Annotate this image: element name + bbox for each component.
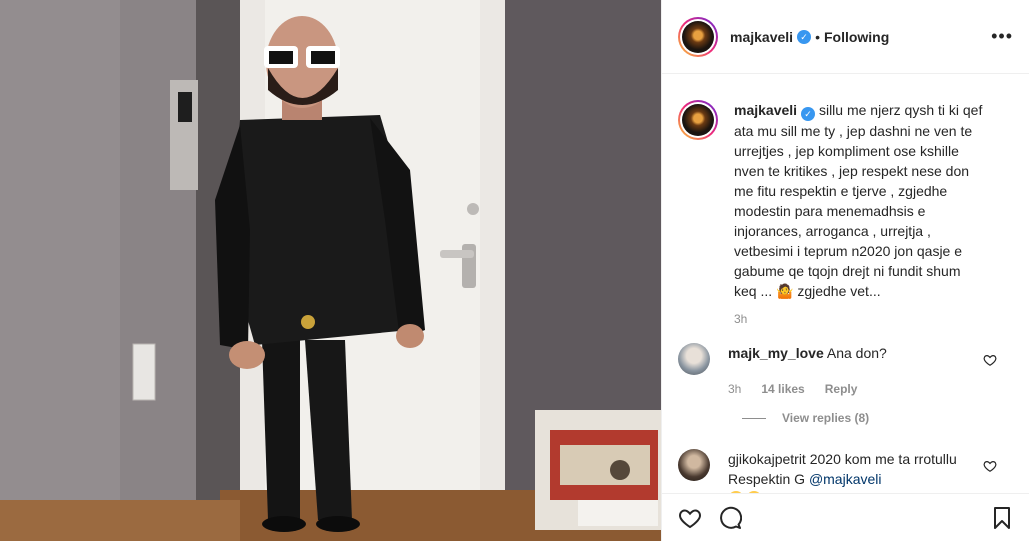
verified-badge-icon: ✓ (801, 107, 816, 121)
comment-text: Ana don? (826, 345, 887, 361)
post-photo (0, 0, 661, 541)
comment-likes[interactable]: 14 likes (761, 379, 804, 399)
more-options-icon[interactable]: ••• (991, 26, 1013, 47)
caption-author-username[interactable]: majkaveli (734, 102, 797, 118)
reply-button[interactable]: Reply (825, 379, 858, 399)
bookmark-icon[interactable] (990, 506, 1014, 530)
commenter-avatar[interactable] (678, 343, 710, 375)
replies-divider (742, 417, 766, 419)
comment-item: gjikokajpetrit 2020 kom me ta rrotullu R… (678, 449, 1013, 494)
view-replies-button[interactable]: View replies (8) (742, 411, 1013, 425)
comment-age[interactable]: 3h (728, 379, 741, 399)
caption-age[interactable]: 3h (734, 309, 747, 329)
heart-icon[interactable] (983, 459, 997, 473)
commenter-avatar[interactable] (678, 449, 710, 481)
caption: majkaveli ✓ sillu me njerz qysh ti ki qef… (678, 100, 1013, 329)
follow-status-button[interactable]: Following (824, 29, 889, 45)
like-heart-icon[interactable] (678, 506, 702, 530)
commenter-username[interactable]: gjikokajpetrit (728, 451, 806, 467)
separator-dot: • (815, 28, 820, 45)
comments-list: majkaveli ✓ sillu me njerz qysh ti ki qef… (662, 74, 1029, 494)
caption-author-avatar[interactable] (678, 100, 718, 140)
post-actions-bar (662, 493, 1029, 541)
caption-text: sillu me njerz qysh ti ki qef ata mu sil… (734, 102, 983, 299)
author-avatar[interactable] (678, 16, 718, 57)
heart-icon[interactable] (983, 353, 997, 367)
comment-meta: 3h 14 likes Reply (728, 379, 985, 399)
post-details-panel: majkaveli ✓ • Following ••• majkaveli ✓ s… (661, 0, 1029, 541)
comment-mention[interactable]: @majkaveli (809, 471, 882, 487)
verified-badge-icon: ✓ (797, 29, 812, 44)
author-username[interactable]: majkaveli (730, 29, 793, 45)
view-replies-label[interactable]: View replies (8) (782, 411, 869, 425)
caption-meta: 3h (734, 309, 985, 329)
commenter-username[interactable]: majk_my_love (728, 345, 824, 361)
comment-item: majk_my_love Ana don? 3h 14 likes Reply (678, 343, 1013, 399)
comment-icon[interactable] (718, 506, 742, 530)
post-header: majkaveli ✓ • Following ••• (662, 0, 1029, 74)
post-image (0, 0, 661, 541)
